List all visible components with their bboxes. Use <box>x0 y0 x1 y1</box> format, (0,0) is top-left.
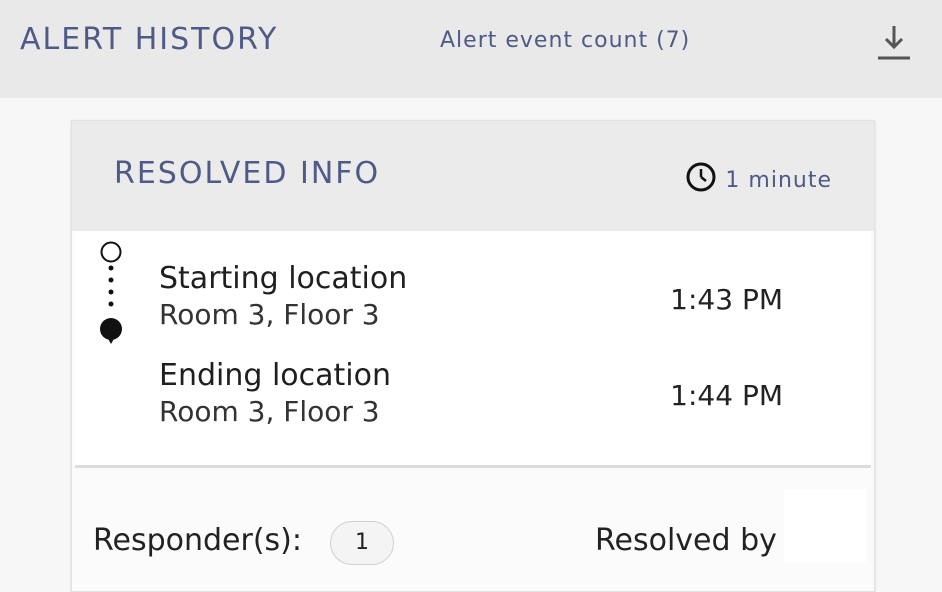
duration: 1 minute <box>685 161 832 199</box>
resolved-by-label: Resolved by <box>595 523 777 558</box>
ending-location: Ending location Room 3, Floor 3 <box>159 358 391 430</box>
duration-text: 1 minute <box>725 167 832 193</box>
starting-location-label: Starting location <box>159 261 408 296</box>
download-icon[interactable] <box>874 22 914 62</box>
responders-count-badge[interactable]: 1 <box>330 521 394 565</box>
card-header: RESOLVED INFO 1 minute <box>72 121 874 231</box>
alert-event-count: Alert event count (7) <box>440 28 691 53</box>
top-bar: ALERT HISTORY Alert event count (7) <box>0 0 942 98</box>
starting-location: Starting location Room 3, Floor 3 <box>159 261 407 333</box>
page-title: ALERT HISTORY <box>20 22 279 57</box>
route-track-icon <box>99 241 123 345</box>
ending-location-label: Ending location <box>159 358 391 393</box>
resolved-info-card: RESOLVED INFO 1 minute Starting location… <box>71 120 875 592</box>
card-title: RESOLVED INFO <box>114 156 381 191</box>
clock-icon <box>685 161 717 199</box>
ending-location-place: Room 3, Floor 3 <box>159 395 380 428</box>
responders-label: Responder(s): <box>93 523 302 558</box>
resolver-avatar <box>784 489 866 563</box>
starting-time: 1:43 PM <box>670 283 783 316</box>
ending-time: 1:44 PM <box>670 379 783 412</box>
starting-location-place: Room 3, Floor 3 <box>159 298 380 331</box>
location-timeline: Starting location Room 3, Floor 3 1:43 P… <box>75 231 871 468</box>
